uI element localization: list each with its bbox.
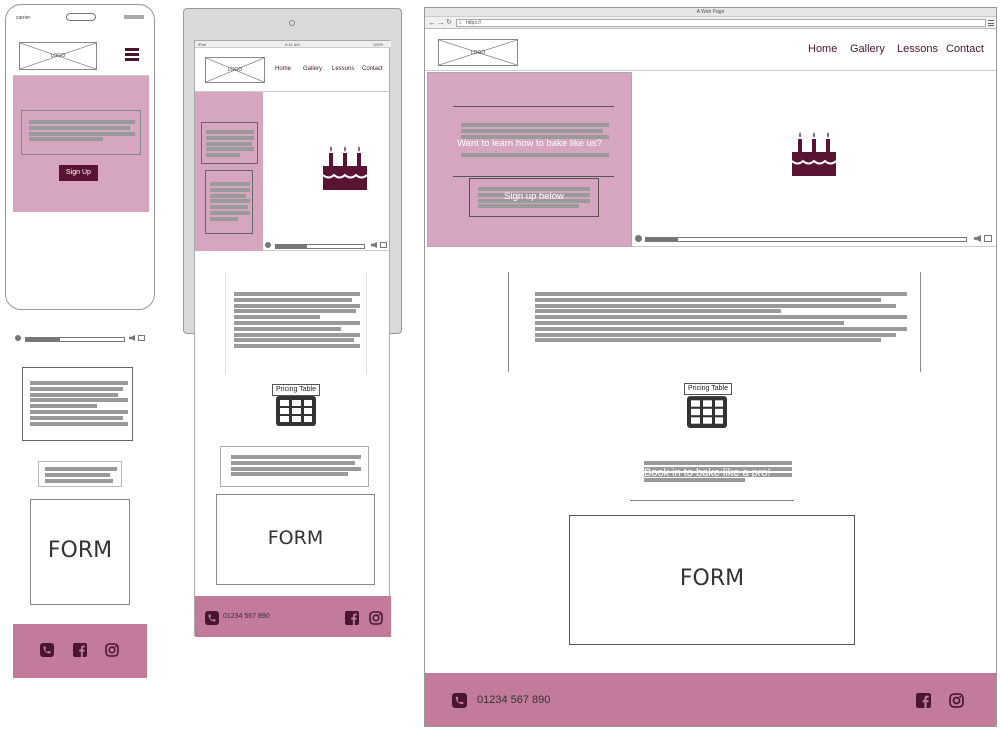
tablet-camera	[289, 20, 295, 26]
desktop-pricing-table-label: Pricing Table	[684, 383, 732, 395]
browser-toolbar: ← → ↻ ⌕ https://	[425, 17, 996, 29]
play-icon[interactable]	[15, 335, 21, 341]
facebook-icon[interactable]	[345, 611, 359, 625]
mobile-footer	[13, 624, 147, 678]
tablet-video[interactable]	[263, 92, 391, 251]
tablet-text-box	[225, 272, 367, 374]
logo-text: LOGO	[227, 67, 243, 73]
desktop-video[interactable]	[632, 72, 996, 247]
search-icon: ⌕	[459, 20, 462, 26]
hero-signup-button[interactable]: Sign up below	[469, 178, 599, 217]
desktop-footer: 01234 567 890	[425, 673, 996, 726]
tablet-video-controls	[265, 242, 389, 249]
play-icon[interactable]	[635, 235, 642, 242]
tablet-info-box	[220, 446, 369, 487]
nav-lessons[interactable]: Lessons	[897, 43, 938, 55]
play-icon[interactable]	[265, 242, 271, 248]
mobile-header: LOGO	[13, 32, 149, 76]
volume-icon[interactable]	[129, 335, 135, 341]
tablet-nav: Home Gallery Lessons Contact	[275, 66, 387, 76]
hamburger-icon[interactable]	[125, 48, 139, 61]
book-text: Book in to bake like a pro!	[644, 467, 771, 479]
form-label: FORM	[679, 566, 745, 591]
desktop-video-progress[interactable]	[645, 237, 967, 242]
mobile-video-controls	[15, 335, 145, 342]
url-text: https://	[466, 20, 482, 26]
mobile-form[interactable]: FORM	[30, 499, 130, 605]
cake-icon	[790, 130, 838, 178]
browser-menu-icon[interactable]	[988, 20, 994, 26]
tablet-hero-box	[201, 122, 258, 164]
fullscreen-icon[interactable]	[138, 335, 145, 341]
volume-icon[interactable]	[974, 235, 981, 242]
volume-icon[interactable]	[371, 242, 377, 248]
desktop-video-controls	[635, 235, 993, 242]
fullscreen-icon[interactable]	[984, 235, 992, 242]
fullscreen-icon[interactable]	[380, 242, 387, 248]
instagram-icon[interactable]	[949, 693, 964, 708]
nav-contact[interactable]: Contact	[362, 66, 383, 72]
tablet-signup-box[interactable]	[205, 170, 253, 234]
tablet-hero-panel	[195, 92, 263, 251]
desktop-browser: A Web Page ← → ↻ ⌕ https:// LOGO Home Ga…	[424, 7, 997, 727]
tablet-screen: iPad 9:41 AM 100% LOGO Home Gallery Less…	[194, 40, 391, 637]
mobile-mockup: carrier LOGO Sign Up	[5, 4, 155, 310]
desktop-hero-panel: Want to learn how to bake like us? Sign …	[427, 72, 632, 247]
mobile-signup-button[interactable]: Sign Up	[59, 165, 98, 181]
form-label: FORM	[267, 527, 324, 549]
mobile-status-bar: carrier	[16, 13, 144, 23]
nav-gallery[interactable]: Gallery	[850, 43, 885, 55]
forward-icon[interactable]: →	[437, 18, 445, 27]
tablet-header: LOGO Home Gallery Lessons Contact	[195, 48, 391, 92]
browser-titlebar: A Web Page	[425, 8, 996, 17]
phone-icon[interactable]	[452, 693, 467, 708]
nav-lessons[interactable]: Lessons	[332, 66, 354, 72]
reload-icon[interactable]: ↻	[446, 18, 452, 26]
tablet-video-progress[interactable]	[275, 244, 365, 249]
nav-home[interactable]: Home	[808, 43, 837, 55]
form-label: FORM	[47, 538, 113, 563]
instagram-icon[interactable]	[369, 611, 383, 625]
table-icon[interactable]	[275, 395, 317, 427]
table-icon[interactable]	[686, 395, 728, 429]
tablet-logo[interactable]: LOGO	[205, 57, 265, 83]
mobile-info-box	[38, 461, 122, 487]
mobile-logo[interactable]: LOGO	[19, 42, 97, 70]
tablet-form[interactable]: FORM	[216, 494, 375, 585]
tablet-status-bar: iPad 9:41 AM 100%	[195, 41, 391, 48]
mobile-hero: Sign Up	[13, 76, 149, 212]
address-bar[interactable]: ⌕ https://	[456, 19, 986, 27]
nav-home[interactable]: Home	[275, 66, 291, 72]
footer-phone-number: 01234 567 890	[477, 694, 551, 706]
nav-contact[interactable]: Contact	[946, 43, 984, 55]
instagram-icon[interactable]	[105, 643, 119, 657]
desktop-book-box[interactable]: Book in to bake like a pro!	[630, 448, 794, 501]
back-icon[interactable]: ←	[428, 18, 436, 27]
window-title: A Web Page	[696, 9, 725, 15]
nav-gallery[interactable]: Gallery	[303, 66, 322, 72]
tablet-footer: 01234 567 890	[195, 596, 391, 637]
desktop-nav: Home Gallery Lessons Contact	[808, 43, 996, 57]
facebook-icon[interactable]	[73, 643, 87, 657]
desktop-form[interactable]: FORM	[569, 515, 855, 645]
cake-icon	[321, 144, 369, 192]
phone-icon[interactable]	[40, 643, 54, 657]
mobile-hero-text-box	[21, 110, 141, 155]
desktop-logo[interactable]: LOGO	[438, 39, 518, 66]
facebook-icon[interactable]	[916, 693, 931, 708]
phone-icon[interactable]	[205, 611, 219, 625]
logo-text: LOGO	[50, 53, 66, 59]
mobile-text-box	[22, 367, 133, 441]
logo-text: LOGO	[470, 49, 486, 56]
desktop-header: LOGO Home Gallery Lessons Contact	[425, 30, 996, 71]
footer-phone-number: 01234 567 890	[223, 613, 270, 620]
signup-label: Sign up below	[504, 191, 564, 202]
desktop-text-box	[508, 272, 921, 372]
hero-heading: Want to learn how to bake like us?	[457, 138, 602, 149]
mobile-video-progress[interactable]	[25, 337, 125, 342]
